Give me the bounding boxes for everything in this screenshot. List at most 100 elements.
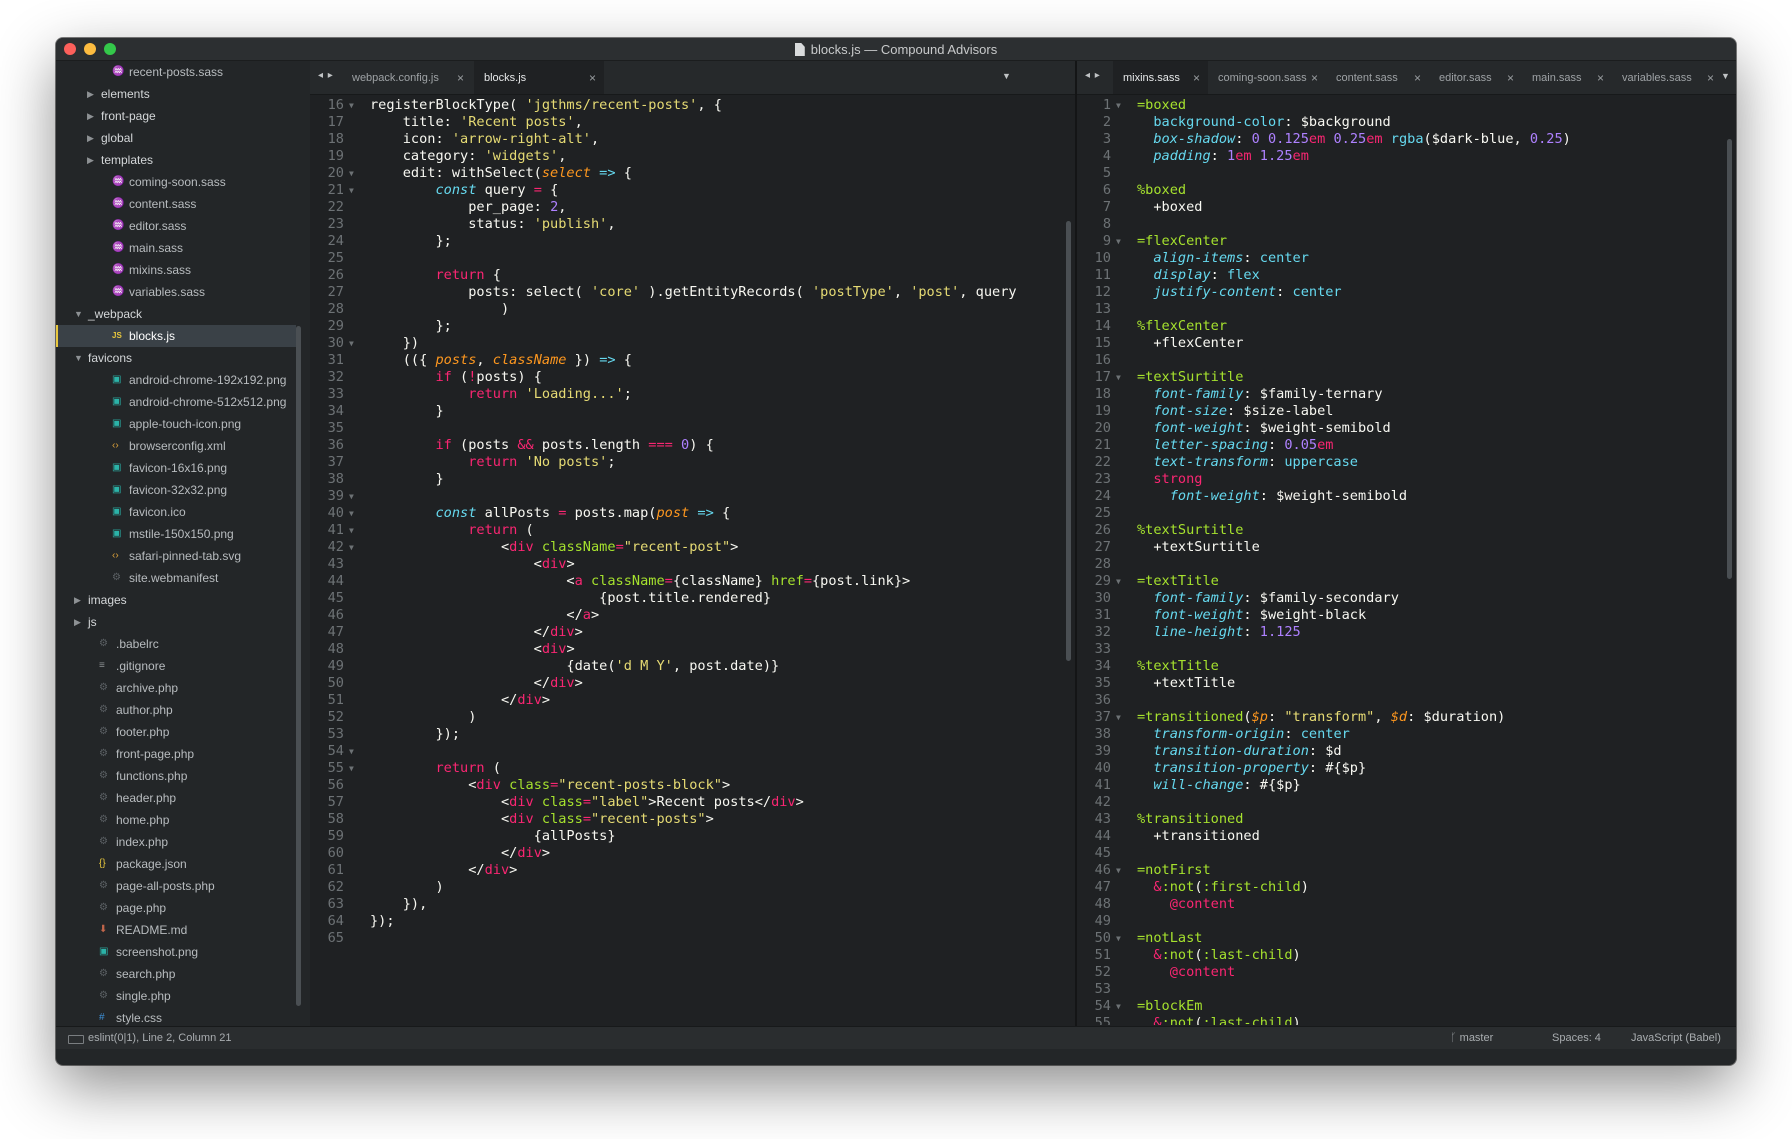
close-tab-icon[interactable]: ×: [1507, 61, 1514, 96]
chevron-down-icon[interactable]: ▼: [74, 347, 83, 369]
chevron-right-icon[interactable]: ▶: [87, 127, 94, 149]
code-line[interactable]: 28 ): [310, 301, 1075, 318]
close-tab-icon[interactable]: ×: [1193, 61, 1200, 96]
sidebar-file[interactable]: ▣ screenshot.png: [56, 941, 296, 963]
code-line[interactable]: 58 <div class="recent-posts">: [310, 811, 1075, 828]
sidebar-file[interactable]: ▣ android-chrome-512x512.png: [56, 391, 296, 413]
chevron-right-icon[interactable]: ▶: [87, 83, 94, 105]
sidebar-folder[interactable]: ▶ global: [56, 127, 296, 149]
fold-icon[interactable]: ▼: [1116, 369, 1121, 386]
code-line[interactable]: 33 return 'Loading...';: [310, 386, 1075, 403]
sidebar-file[interactable]: ⚙ functions.php: [56, 765, 296, 787]
code-line[interactable]: 47 </div>: [310, 624, 1075, 641]
code-line[interactable]: 26 return {: [310, 267, 1075, 284]
code-line[interactable]: 62 ): [310, 879, 1075, 896]
code-line[interactable]: 54 ▼: [310, 743, 1075, 760]
left-vertical-scrollbar[interactable]: [1066, 221, 1071, 661]
sidebar-file[interactable]: ⚙ front-page.php: [56, 743, 296, 765]
code-line[interactable]: 24 };: [310, 233, 1075, 250]
code-line[interactable]: 17 title: 'Recent posts',: [310, 114, 1075, 131]
code-line[interactable]: 61 </div>: [310, 862, 1075, 879]
fold-icon[interactable]: ▼: [349, 505, 354, 522]
sidebar-file[interactable]: ⚙ header.php: [56, 787, 296, 809]
sidebar-file[interactable]: ♒ main.sass: [56, 237, 296, 259]
code-line[interactable]: 44 <a className={className} href={post.l…: [310, 573, 1075, 590]
sidebar-file[interactable]: ♒ editor.sass: [56, 215, 296, 237]
fold-icon[interactable]: ▼: [349, 522, 354, 539]
sidebar-file[interactable]: ⚙ index.php: [56, 831, 296, 853]
close-tab-icon[interactable]: ×: [1707, 61, 1714, 96]
code-line[interactable]: 1 ▼ =boxed: [1077, 97, 1736, 114]
sidebar-file[interactable]: ♒ content.sass: [56, 193, 296, 215]
code-line[interactable]: 27 +textSurtitle: [1077, 539, 1736, 556]
code-line[interactable]: 31 font-weight: $weight-black: [1077, 607, 1736, 624]
code-line[interactable]: 37 ▼ =transitioned($p: "transform", $d: $d…: [1077, 709, 1736, 726]
chevron-right-icon[interactable]: ▶: [74, 589, 81, 611]
close-tab-icon[interactable]: ×: [589, 61, 596, 96]
code-line[interactable]: 27 posts: select( 'core' ).getEntityReco…: [310, 284, 1075, 301]
right-tab-nav-arrows[interactable]: ◂ ▸: [1085, 70, 1101, 81]
code-line[interactable]: 22 per_page: 2,: [310, 199, 1075, 216]
sidebar-folder[interactable]: ▶ js: [56, 611, 296, 633]
chevron-right-icon[interactable]: ▶: [87, 105, 94, 127]
code-line[interactable]: 12 justify-content: center: [1077, 284, 1736, 301]
code-line[interactable]: 32 if (!posts) {: [310, 369, 1075, 386]
indentation-setting[interactable]: Spaces: 4: [1552, 1027, 1601, 1049]
code-line[interactable]: 46 ▼ =notFirst: [1077, 862, 1736, 879]
code-line[interactable]: 55 &:not(:last-child): [1077, 1015, 1736, 1025]
sidebar-file[interactable]: # style.css: [56, 1007, 296, 1026]
code-line[interactable]: 39 transition-duration: $d: [1077, 743, 1736, 760]
editor-tab[interactable]: blocks.js ×: [474, 61, 604, 94]
sidebar-folder[interactable]: ▶ images: [56, 589, 296, 611]
close-tab-icon[interactable]: ×: [457, 61, 464, 96]
sidebar-file[interactable]: ≡ .gitignore: [56, 655, 296, 677]
code-line[interactable]: 32 line-height: 1.125: [1077, 624, 1736, 641]
code-line[interactable]: 48 @content: [1077, 896, 1736, 913]
editor-tab[interactable]: coming-soon.sass ×: [1208, 61, 1326, 94]
left-tab-menu-icon[interactable]: ▼: [1002, 71, 1011, 81]
code-line[interactable]: 30 ▼ }): [310, 335, 1075, 352]
code-line[interactable]: 40 transition-property: #{$p}: [1077, 760, 1736, 777]
sidebar-file[interactable]: ⬇ README.md: [56, 919, 296, 941]
code-line[interactable]: 3 box-shadow: 0 0.125em 0.25em rgba($dar…: [1077, 131, 1736, 148]
code-line[interactable]: 59 {allPosts}: [310, 828, 1075, 845]
sidebar-file[interactable]: ⚙ .babelrc: [56, 633, 296, 655]
code-line[interactable]: 34 }: [310, 403, 1075, 420]
code-line[interactable]: 38 transform-origin: center: [1077, 726, 1736, 743]
fold-icon[interactable]: ▼: [1116, 573, 1121, 590]
sidebar-file[interactable]: ⚙ author.php: [56, 699, 296, 721]
code-line[interactable]: 52 ): [310, 709, 1075, 726]
code-line[interactable]: 22 text-transform: uppercase: [1077, 454, 1736, 471]
code-line[interactable]: 18 font-family: $family-ternary: [1077, 386, 1736, 403]
sidebar-file[interactable]: {} package.json: [56, 853, 296, 875]
code-line[interactable]: 24 font-weight: $weight-semibold: [1077, 488, 1736, 505]
fold-icon[interactable]: ▼: [1116, 97, 1121, 114]
code-line[interactable]: 41 ▼ return (: [310, 522, 1075, 539]
fold-icon[interactable]: ▼: [349, 760, 354, 777]
fold-icon[interactable]: ▼: [1116, 930, 1121, 947]
sidebar-file[interactable]: ⚙ page.php: [56, 897, 296, 919]
code-line[interactable]: 65: [310, 930, 1075, 947]
code-line[interactable]: 17 ▼ =textSurtitle: [1077, 369, 1736, 386]
code-line[interactable]: 16: [1077, 352, 1736, 369]
code-line[interactable]: 43 <div>: [310, 556, 1075, 573]
code-line[interactable]: 51 </div>: [310, 692, 1075, 709]
code-line[interactable]: 34 %textTitle: [1077, 658, 1736, 675]
fold-icon[interactable]: ▼: [349, 165, 354, 182]
sidebar-file[interactable]: ⚙ home.php: [56, 809, 296, 831]
code-line[interactable]: 53: [1077, 981, 1736, 998]
close-tab-icon[interactable]: ×: [1597, 61, 1604, 96]
sidebar-file[interactable]: ▣ mstile-150x150.png: [56, 523, 296, 545]
sidebar-folder[interactable]: ▼ _webpack: [56, 303, 296, 325]
editor-tab[interactable]: variables.sass ×: [1612, 61, 1722, 94]
code-line[interactable]: 45: [1077, 845, 1736, 862]
code-line[interactable]: 21 ▼ const query = {: [310, 182, 1075, 199]
code-line[interactable]: 14 %flexCenter: [1077, 318, 1736, 335]
code-line[interactable]: 50 </div>: [310, 675, 1075, 692]
sidebar-file[interactable]: ▣ favicon.ico: [56, 501, 296, 523]
editor-tab[interactable]: editor.sass ×: [1429, 61, 1522, 94]
code-line[interactable]: 19 category: 'widgets',: [310, 148, 1075, 165]
code-line[interactable]: 8: [1077, 216, 1736, 233]
code-line[interactable]: 4 padding: 1em 1.25em: [1077, 148, 1736, 165]
sidebar-file[interactable]: ⚙ footer.php: [56, 721, 296, 743]
